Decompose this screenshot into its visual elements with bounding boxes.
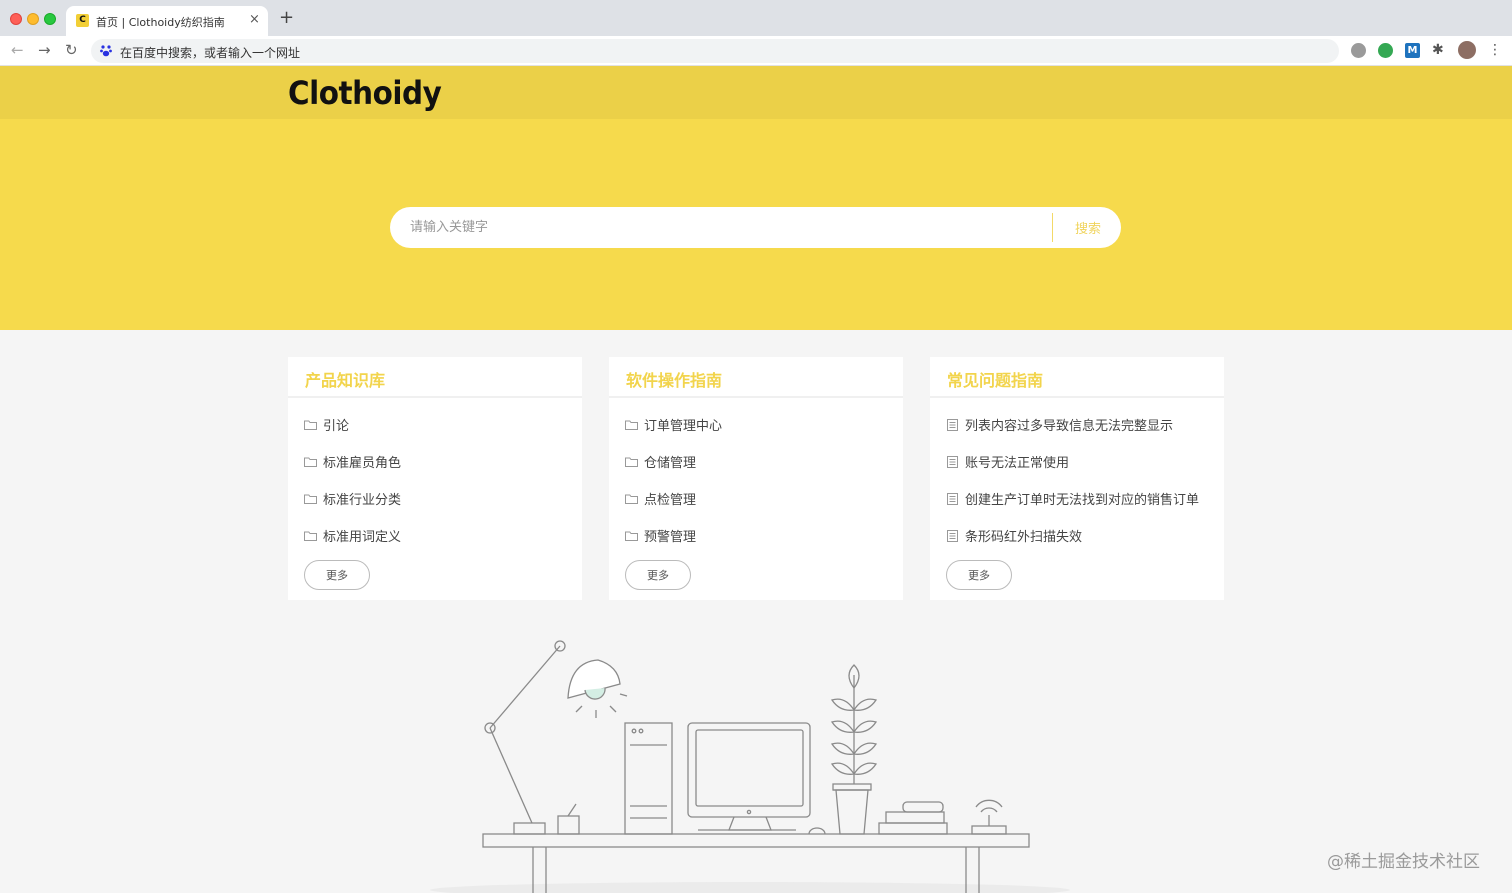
folder-icon bbox=[625, 457, 638, 467]
reload-icon[interactable]: ↻ bbox=[65, 41, 78, 59]
list-item-label: 标准用词定义 bbox=[323, 530, 402, 545]
folder-icon bbox=[304, 494, 317, 504]
folder-icon bbox=[625, 420, 638, 430]
new-tab-button[interactable]: + bbox=[279, 9, 294, 27]
search-button[interactable]: 搜索 bbox=[1058, 207, 1118, 248]
card-header: 产品知识库 bbox=[288, 357, 582, 398]
card-product-knowledge: 产品知识库 引论 标准雇员角色 标准行业分类 标准用词定义 更多 bbox=[288, 357, 582, 600]
card-title: 软件操作指南 bbox=[626, 371, 723, 390]
card-faq-guide: 常见问题指南 列表内容过多导致信息无法完整显示 账号无法正常使用 创建生产订单时… bbox=[930, 357, 1224, 600]
list-item-label: 标准雇员角色 bbox=[323, 456, 402, 471]
list-item[interactable]: 引论 bbox=[304, 406, 582, 443]
close-window-button[interactable] bbox=[10, 13, 22, 25]
site-header: Clothoidy bbox=[0, 66, 1512, 119]
list-item[interactable]: 标准行业分类 bbox=[304, 480, 582, 517]
list-item-label: 点检管理 bbox=[644, 493, 697, 508]
list-item-label: 账号无法正常使用 bbox=[965, 456, 1070, 471]
browser-tab-bar: C 首页 | Clothoidy纺织指南 × + bbox=[0, 0, 1512, 36]
more-button[interactable]: 更多 bbox=[625, 560, 691, 590]
browser-toolbar: ← → ↻ 在百度中搜索，或者输入一个网址 M ✱ ⋮ bbox=[0, 36, 1512, 66]
card-header: 软件操作指南 bbox=[609, 357, 903, 398]
extension-shield-icon[interactable] bbox=[1378, 43, 1393, 58]
tab-close-icon[interactable]: × bbox=[249, 13, 260, 27]
back-arrow-icon[interactable]: ← bbox=[11, 41, 24, 59]
folder-icon bbox=[304, 531, 317, 541]
hero-banner: 搜索 bbox=[0, 119, 1512, 330]
card-list: 订单管理中心 仓储管理 点检管理 预警管理 bbox=[609, 398, 903, 554]
list-item[interactable]: 标准雇员角色 bbox=[304, 443, 582, 480]
document-icon bbox=[947, 529, 958, 542]
list-item[interactable]: 列表内容过多导致信息无法完整显示 bbox=[946, 406, 1224, 443]
document-icon bbox=[947, 418, 958, 431]
folder-icon bbox=[304, 420, 317, 430]
search-divider bbox=[1052, 213, 1053, 242]
baidu-paw-icon bbox=[100, 45, 112, 57]
tab-title: 首页 | Clothoidy纺织指南 bbox=[96, 16, 225, 29]
card-header: 常见问题指南 bbox=[930, 357, 1224, 398]
list-item-label: 订单管理中心 bbox=[644, 419, 723, 434]
list-item[interactable]: 点检管理 bbox=[625, 480, 903, 517]
folder-icon bbox=[625, 494, 638, 504]
list-item[interactable]: 预警管理 bbox=[625, 517, 903, 554]
list-item-label: 标准行业分类 bbox=[323, 493, 402, 508]
extensions-puzzle-icon[interactable]: ✱ bbox=[1432, 43, 1447, 58]
list-item-label: 条形码红外扫描失效 bbox=[965, 530, 1083, 545]
list-item-label: 列表内容过多导致信息无法完整显示 bbox=[965, 419, 1174, 434]
category-cards: 产品知识库 引论 标准雇员角色 标准行业分类 标准用词定义 更多 软件操作指南 … bbox=[288, 357, 1224, 600]
maximize-window-button[interactable] bbox=[44, 13, 56, 25]
browser-tab-active[interactable]: C 首页 | Clothoidy纺织指南 × bbox=[66, 6, 268, 36]
search-box: 搜索 bbox=[390, 207, 1121, 248]
card-title: 产品知识库 bbox=[305, 371, 386, 390]
search-input[interactable] bbox=[410, 207, 1050, 248]
folder-icon bbox=[625, 531, 638, 541]
list-item[interactable]: 条形码红外扫描失效 bbox=[946, 517, 1224, 554]
address-bar[interactable]: 在百度中搜索，或者输入一个网址 bbox=[91, 39, 1339, 63]
desk-illustration bbox=[430, 640, 1070, 893]
site-favicon-icon: C bbox=[76, 14, 89, 27]
list-item[interactable]: 账号无法正常使用 bbox=[946, 443, 1224, 480]
list-item-label: 创建生产订单时无法找到对应的销售订单 bbox=[965, 493, 1200, 508]
document-icon bbox=[947, 492, 958, 505]
profile-avatar[interactable] bbox=[1458, 41, 1476, 59]
watermark: @稀土掘金技术社区 bbox=[1327, 852, 1480, 872]
address-text: 在百度中搜索，或者输入一个网址 bbox=[120, 46, 301, 60]
card-list: 列表内容过多导致信息无法完整显示 账号无法正常使用 创建生产订单时无法找到对应的… bbox=[930, 398, 1224, 554]
card-title: 常见问题指南 bbox=[947, 371, 1044, 390]
more-button[interactable]: 更多 bbox=[946, 560, 1012, 590]
card-software-guide: 软件操作指南 订单管理中心 仓储管理 点检管理 预警管理 更多 bbox=[609, 357, 903, 600]
extension-m-icon[interactable]: M bbox=[1405, 43, 1420, 58]
list-item[interactable]: 订单管理中心 bbox=[625, 406, 903, 443]
browser-menu-icon[interactable]: ⋮ bbox=[1488, 43, 1503, 58]
list-item-label: 预警管理 bbox=[644, 530, 697, 545]
folder-icon bbox=[304, 457, 317, 467]
card-list: 引论 标准雇员角色 标准行业分类 标准用词定义 bbox=[288, 398, 582, 554]
list-item-label: 引论 bbox=[323, 419, 350, 434]
site-logo[interactable]: Clothoidy bbox=[288, 74, 442, 112]
list-item[interactable]: 创建生产订单时无法找到对应的销售订单 bbox=[946, 480, 1224, 517]
list-item[interactable]: 仓储管理 bbox=[625, 443, 903, 480]
extension-globe-icon[interactable] bbox=[1351, 43, 1366, 58]
minimize-window-button[interactable] bbox=[27, 13, 39, 25]
document-icon bbox=[947, 455, 958, 468]
list-item-label: 仓储管理 bbox=[644, 456, 697, 471]
list-item[interactable]: 标准用词定义 bbox=[304, 517, 582, 554]
forward-arrow-icon[interactable]: → bbox=[38, 41, 51, 59]
more-button[interactable]: 更多 bbox=[304, 560, 370, 590]
